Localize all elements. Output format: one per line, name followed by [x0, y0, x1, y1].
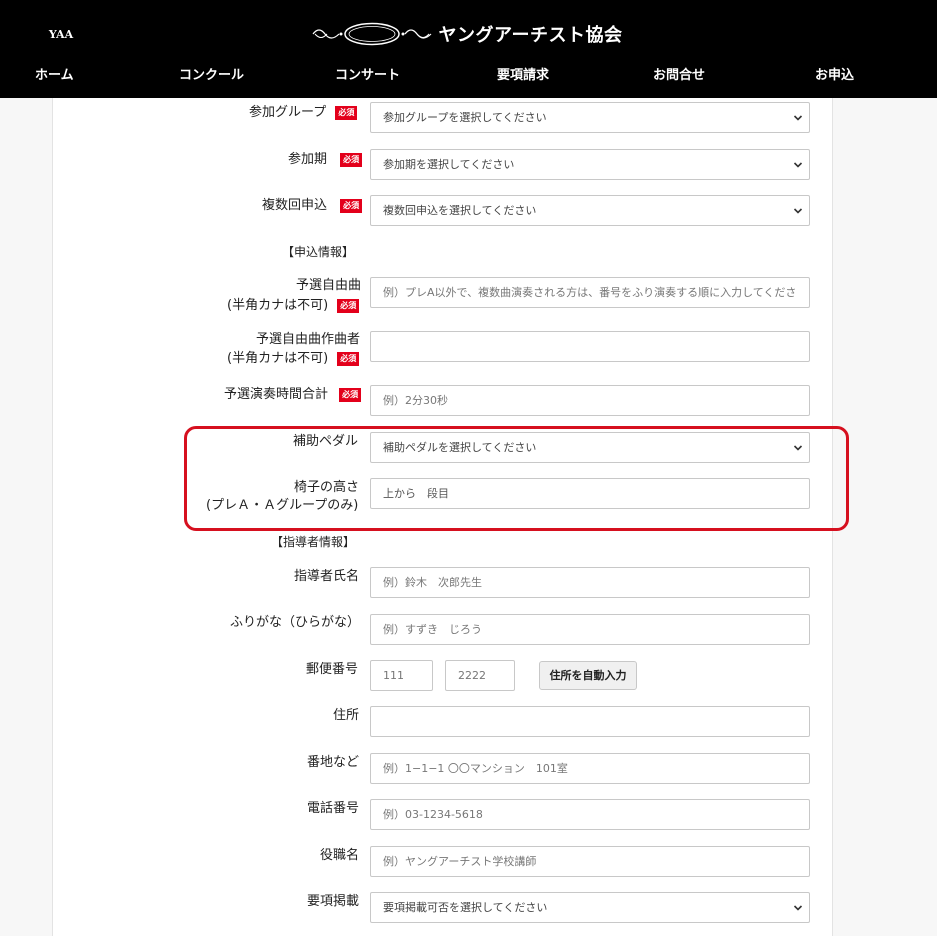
chevron-down-icon — [793, 208, 803, 214]
site-logo[interactable]: YAA ヤングアーチスト協会 — [0, 20, 937, 48]
page-margin-left — [0, 98, 52, 936]
piece-input[interactable]: 例）プレA以外で、複数曲演奏される方は、番号をふり演奏する順に入力してくださ — [370, 277, 810, 308]
site-header: YAA ヤングアーチスト協会 ホーム コンクール コンサート 要項請求 お問合せ… — [0, 0, 937, 98]
address2-input[interactable]: 例）1−1−1 〇〇マンション 101室 — [370, 753, 810, 784]
nav-request[interactable]: 要項請求 — [497, 64, 549, 83]
title-input[interactable]: 例）ヤングアーチスト学校講師 — [370, 846, 810, 877]
label-period-text: 参加期 — [288, 152, 328, 167]
label-address2: 番地など — [307, 755, 360, 770]
chevron-down-icon — [793, 115, 803, 121]
label-group-text: 参加グループ — [249, 105, 327, 120]
section-teacher: 【指導者情報】 — [271, 535, 356, 549]
label-duration: 予選演奏時間合計 必須 — [224, 386, 362, 404]
address-input[interactable] — [370, 706, 810, 737]
required-badge: 必須 — [340, 198, 363, 213]
nav-apply[interactable]: お申込 — [815, 64, 854, 83]
main-nav: ホーム コンクール コンサート 要項請求 お問合せ お申込 — [0, 64, 937, 86]
label-composer-1: 予選自由曲作曲者 — [256, 332, 361, 347]
listing-select-value: 要項掲載可否を選択してください — [383, 901, 548, 914]
required-badge: 必須 — [337, 351, 360, 366]
period-select[interactable]: 参加期を選択してください — [370, 149, 810, 180]
label-furigana: ふりがな（ひらがな） — [230, 615, 361, 630]
phone-input[interactable]: 例）03-1234-5618 — [370, 799, 810, 830]
pedal-select[interactable]: 補助ペダルを選択してください — [370, 432, 810, 463]
label-duration-text: 予選演奏時間合計 — [224, 387, 329, 402]
label-composer-2: (半角カナは不可) 必須 — [227, 350, 360, 368]
site-title: ヤングアーチスト協会 — [438, 25, 623, 46]
required-badge: 必須 — [340, 152, 363, 167]
label-piece-1: 予選自由曲 — [296, 278, 362, 293]
duration-input[interactable]: 例）2分30秒 — [370, 385, 810, 416]
label-title: 役職名 — [320, 848, 360, 863]
required-badge: 必須 — [339, 387, 362, 402]
listing-select[interactable]: 要項掲載可否を選択してください — [370, 892, 810, 923]
chevron-down-icon — [793, 445, 803, 451]
chevron-down-icon — [793, 162, 803, 168]
label-period: 参加期 必須 — [288, 151, 363, 169]
period-select-value: 参加期を選択してください — [383, 158, 515, 171]
required-badge: 必須 — [335, 105, 358, 120]
ornament-left-icon — [312, 29, 343, 39]
label-multi: 複数回申込 必須 — [262, 197, 363, 215]
label-postal: 郵便番号 — [306, 662, 359, 677]
nav-contest[interactable]: コンクール — [179, 64, 244, 83]
label-listing: 要項掲載 — [307, 894, 360, 909]
postal-code-2-input[interactable]: 2222 — [445, 660, 515, 691]
chair-input[interactable]: 上から 段目 — [370, 478, 810, 509]
logo-badge: YAA — [48, 27, 74, 41]
nav-contact[interactable]: お問合せ — [653, 64, 705, 83]
required-badge: 必須 — [337, 298, 360, 313]
nav-home[interactable]: ホーム — [35, 64, 74, 83]
teacher-name-input[interactable]: 例）鈴木 次郎先生 — [370, 567, 810, 598]
nav-concert[interactable]: コンサート — [335, 64, 400, 83]
chevron-down-icon — [793, 905, 803, 911]
furigana-input[interactable]: 例）すずき じろう — [370, 614, 810, 645]
label-teacher-name: 指導者氏名 — [294, 569, 360, 584]
section-application: 【申込情報】 — [282, 245, 355, 259]
logo-emblem-icon — [343, 22, 400, 46]
group-select[interactable]: 参加グループを選択してください — [370, 102, 810, 133]
composer-input[interactable] — [370, 331, 810, 362]
label-piece-2-text: (半角カナは不可) — [227, 298, 329, 313]
label-pedal: 補助ペダル — [293, 434, 359, 449]
label-chair-1: 椅子の高さ — [294, 480, 360, 495]
label-chair-2: (プレＡ・Ａグループのみ) — [206, 498, 359, 513]
label-composer-2-text: (半角カナは不可) — [227, 351, 329, 366]
ornament-right-icon — [401, 29, 431, 39]
postal-code-1-input[interactable]: 111 — [370, 660, 433, 691]
label-phone: 電話番号 — [307, 801, 360, 816]
group-select-value: 参加グループを選択してください — [383, 111, 547, 124]
multi-select[interactable]: 複数回申込を選択してください — [370, 195, 810, 226]
label-group: 参加グループ 必須 — [249, 104, 358, 122]
label-piece-2: (半角カナは不可) 必須 — [227, 297, 360, 315]
label-multi-text: 複数回申込 — [262, 198, 328, 213]
auto-address-button[interactable]: 住所を自動入力 — [539, 661, 637, 690]
multi-select-value: 複数回申込を選択してください — [383, 204, 537, 217]
pedal-select-value: 補助ペダルを選択してください — [383, 441, 537, 454]
label-address: 住所 — [333, 708, 360, 723]
